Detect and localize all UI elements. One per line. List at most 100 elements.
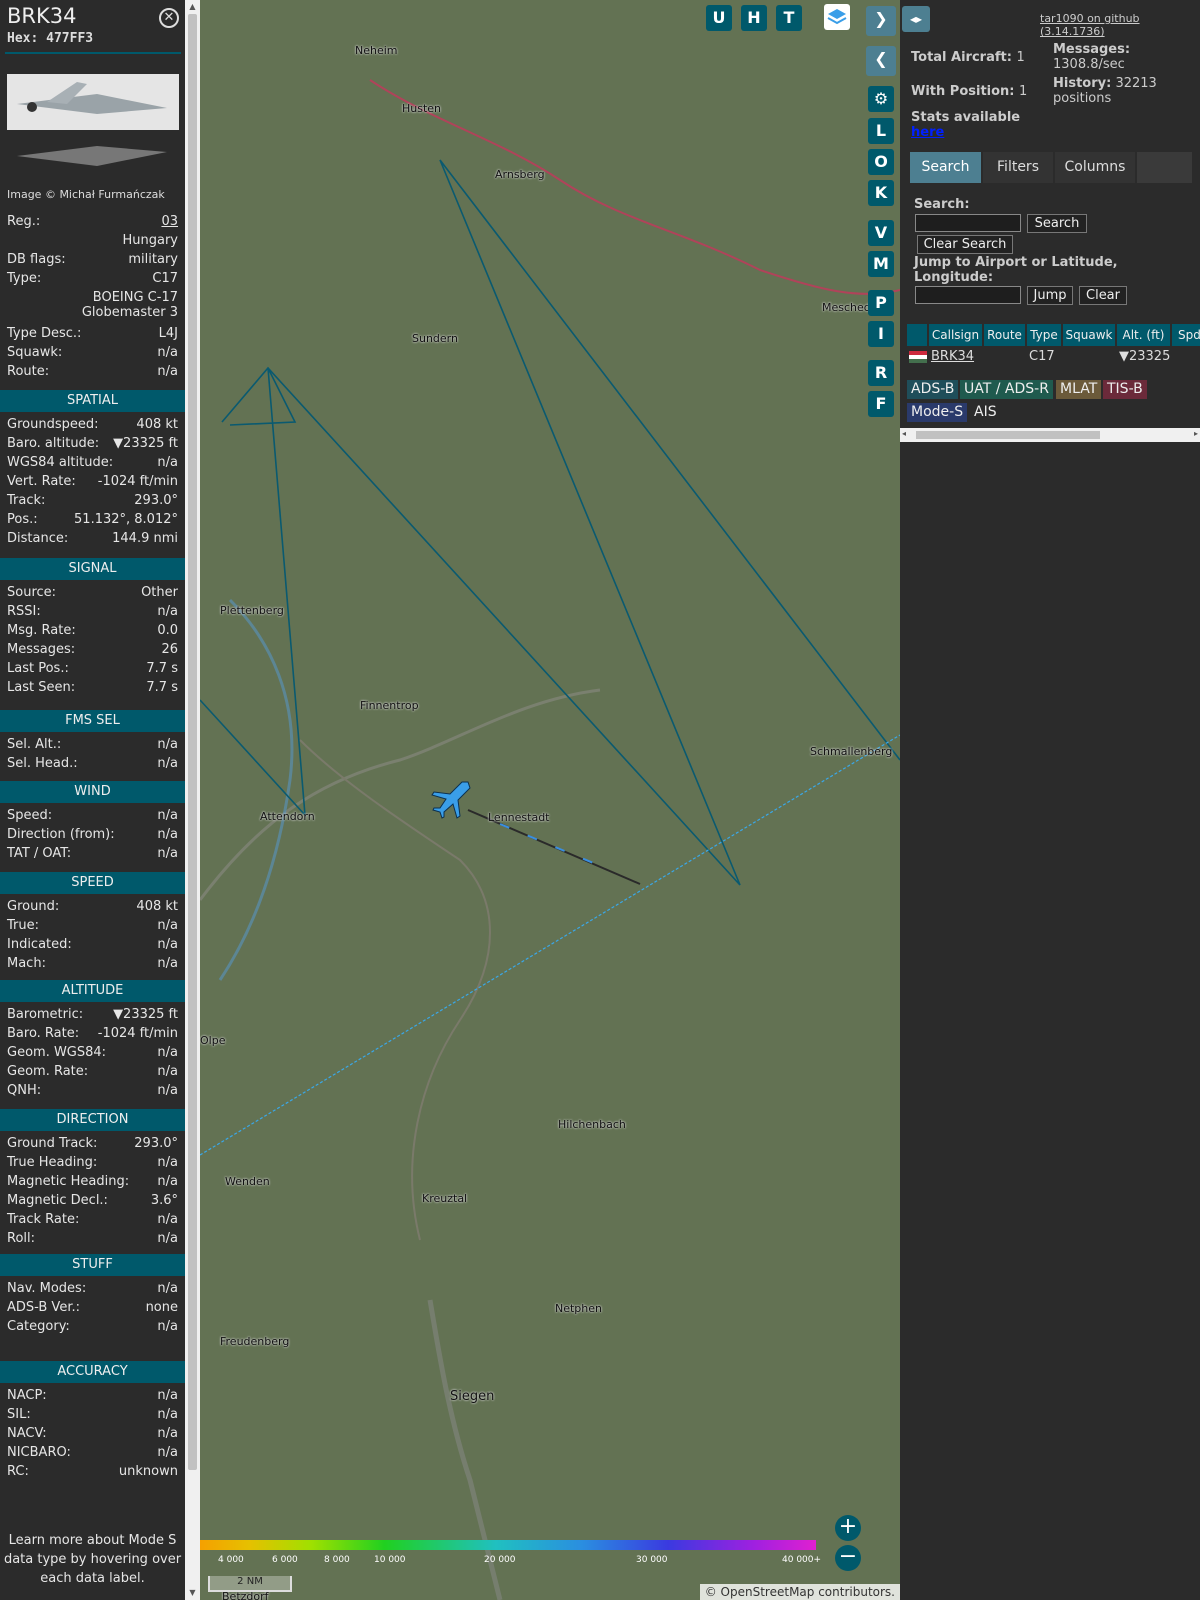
layers-icon[interactable]: [824, 4, 850, 30]
table-row-callsign[interactable]: BRK34: [931, 348, 974, 366]
clear-button[interactable]: Clear: [1079, 286, 1127, 305]
expand-collapse-icon[interactable]: ◂▸: [902, 6, 930, 32]
field-label[interactable]: Track Rate:: [7, 1212, 79, 1227]
sidebar-scrollbar[interactable]: ▲ ▼: [185, 0, 200, 1600]
field-label[interactable]: Mach:: [7, 956, 46, 971]
map-button-h[interactable]: H: [741, 5, 767, 31]
tab-filters[interactable]: Filters: [983, 152, 1053, 183]
field-label[interactable]: DB flags:: [7, 252, 66, 267]
col-altitude[interactable]: Alt. (ft): [1117, 324, 1172, 346]
chevron-left-icon[interactable]: ❮: [866, 46, 896, 76]
field-label[interactable]: Messages:: [7, 642, 75, 657]
map-attribution[interactable]: © OpenStreetMap contributors.: [699, 1584, 900, 1600]
field-label[interactable]: Geom. WGS84:: [7, 1045, 106, 1060]
field-label[interactable]: Source:: [7, 585, 56, 600]
search-input[interactable]: [915, 214, 1021, 232]
field-label[interactable]: NACV:: [7, 1426, 47, 1441]
field-label[interactable]: ADS-B Ver.:: [7, 1300, 80, 1315]
map-button-p[interactable]: P: [868, 290, 894, 316]
hscroll-thumb[interactable]: [916, 431, 1100, 439]
field-label[interactable]: Baro. Rate:: [7, 1026, 79, 1041]
field-label[interactable]: Speed:: [7, 808, 52, 823]
col-callsign[interactable]: Callsign: [929, 324, 984, 346]
map-button-l[interactable]: L: [868, 118, 894, 144]
field-label[interactable]: Barometric:: [7, 1007, 83, 1022]
field-label[interactable]: Reg.:: [7, 214, 40, 229]
field-label[interactable]: Roll:: [7, 1231, 35, 1246]
field-label[interactable]: Vert. Rate:: [7, 474, 76, 489]
scroll-up-icon[interactable]: ▲: [185, 0, 200, 14]
col-route[interactable]: Route: [984, 324, 1027, 346]
field-label[interactable]: Pos.:: [7, 512, 38, 527]
field-label[interactable]: Type Desc.:: [7, 326, 81, 341]
zoom-out-button[interactable]: −: [835, 1545, 861, 1571]
stats-link[interactable]: here: [911, 125, 944, 140]
field-label[interactable]: Nav. Modes:: [7, 1281, 86, 1296]
field-label[interactable]: RC:: [7, 1464, 29, 1479]
field-label[interactable]: WGS84 altitude:: [7, 455, 113, 470]
field-label[interactable]: Squawk:: [7, 345, 62, 360]
field-label[interactable]: Route:: [7, 364, 49, 379]
field-label[interactable]: Groundspeed:: [7, 417, 98, 432]
map-button-f[interactable]: F: [868, 391, 894, 417]
field-label[interactable]: Type:: [7, 271, 41, 286]
aircraft-photo[interactable]: [7, 74, 179, 186]
jump-button[interactable]: Jump: [1027, 286, 1073, 305]
field-label[interactable]: Magnetic Decl.:: [7, 1193, 108, 1208]
field-label[interactable]: Distance:: [7, 531, 68, 546]
map-view[interactable]: Neheim Husten Arnsberg Sundern Meschede Plett…: [200, 0, 900, 1600]
tab-columns[interactable]: Columns: [1055, 152, 1135, 183]
field-label[interactable]: Last Pos.:: [7, 661, 69, 676]
field-label[interactable]: NICBARO:: [7, 1445, 71, 1460]
field-label[interactable]: True Heading:: [7, 1155, 97, 1170]
map-button-r[interactable]: R: [868, 360, 894, 386]
scroll-left-icon[interactable]: ◂: [902, 429, 906, 438]
zoom-in-button[interactable]: +: [835, 1515, 861, 1541]
gear-icon[interactable]: ⚙: [868, 86, 894, 112]
search-button[interactable]: Search: [1027, 214, 1087, 233]
field-label[interactable]: TAT / OAT:: [7, 846, 71, 861]
field-label[interactable]: Last Seen:: [7, 680, 75, 695]
field-label[interactable]: Direction (from):: [7, 827, 115, 842]
aircraft-icon[interactable]: [428, 776, 472, 820]
chevron-right-icon[interactable]: ❯: [866, 6, 896, 36]
field-label[interactable]: Indicated:: [7, 937, 72, 952]
table-horizontal-scrollbar[interactable]: ◂ ▸: [900, 428, 1200, 442]
field-label[interactable]: Baro. altitude:: [7, 436, 99, 451]
field-label[interactable]: Msg. Rate:: [7, 623, 76, 638]
col-speed[interactable]: Spd: [1172, 324, 1200, 346]
field-label[interactable]: Ground:: [7, 899, 59, 914]
scroll-down-icon[interactable]: ▼: [185, 1586, 200, 1600]
map-button-k[interactable]: K: [868, 180, 894, 206]
github-link[interactable]: tar1090 on github (3.14.1736): [1040, 12, 1200, 38]
scroll-right-icon[interactable]: ▸: [1194, 429, 1198, 438]
field-label[interactable]: Geom. Rate:: [7, 1064, 88, 1079]
col-squawk[interactable]: Squawk: [1063, 324, 1117, 346]
clear-search-button[interactable]: Clear Search: [917, 235, 1013, 254]
jump-input[interactable]: [915, 286, 1021, 304]
field-value[interactable]: 03: [161, 214, 178, 229]
map-button-t[interactable]: T: [776, 5, 802, 31]
field-label[interactable]: Track:: [7, 493, 45, 508]
search-label: Search:: [914, 197, 970, 212]
field-label[interactable]: Magnetic Heading:: [7, 1174, 129, 1189]
field-label[interactable]: RSSI:: [7, 604, 41, 619]
map-button-i[interactable]: I: [868, 321, 894, 347]
map-button-o[interactable]: O: [868, 149, 894, 175]
map-button-m[interactable]: M: [868, 251, 894, 277]
field-label[interactable]: True:: [7, 918, 39, 933]
field-label[interactable]: SIL:: [7, 1407, 31, 1422]
field-label[interactable]: Sel. Alt.:: [7, 737, 61, 752]
field-label[interactable]: Ground Track:: [7, 1136, 97, 1151]
map-button-u[interactable]: U: [706, 5, 732, 31]
field-label[interactable]: QNH:: [7, 1083, 41, 1098]
field-label[interactable]: Sel. Head.:: [7, 756, 78, 771]
map-button-v[interactable]: V: [868, 220, 894, 246]
field-label[interactable]: Category:: [7, 1319, 70, 1334]
col-type[interactable]: Type: [1027, 324, 1063, 346]
tab-search[interactable]: Search: [910, 152, 981, 183]
field-label[interactable]: NACP:: [7, 1388, 47, 1403]
scrollbar-thumb[interactable]: [188, 14, 197, 1470]
close-icon[interactable]: ✕: [159, 8, 179, 28]
col-flag[interactable]: [907, 324, 929, 346]
